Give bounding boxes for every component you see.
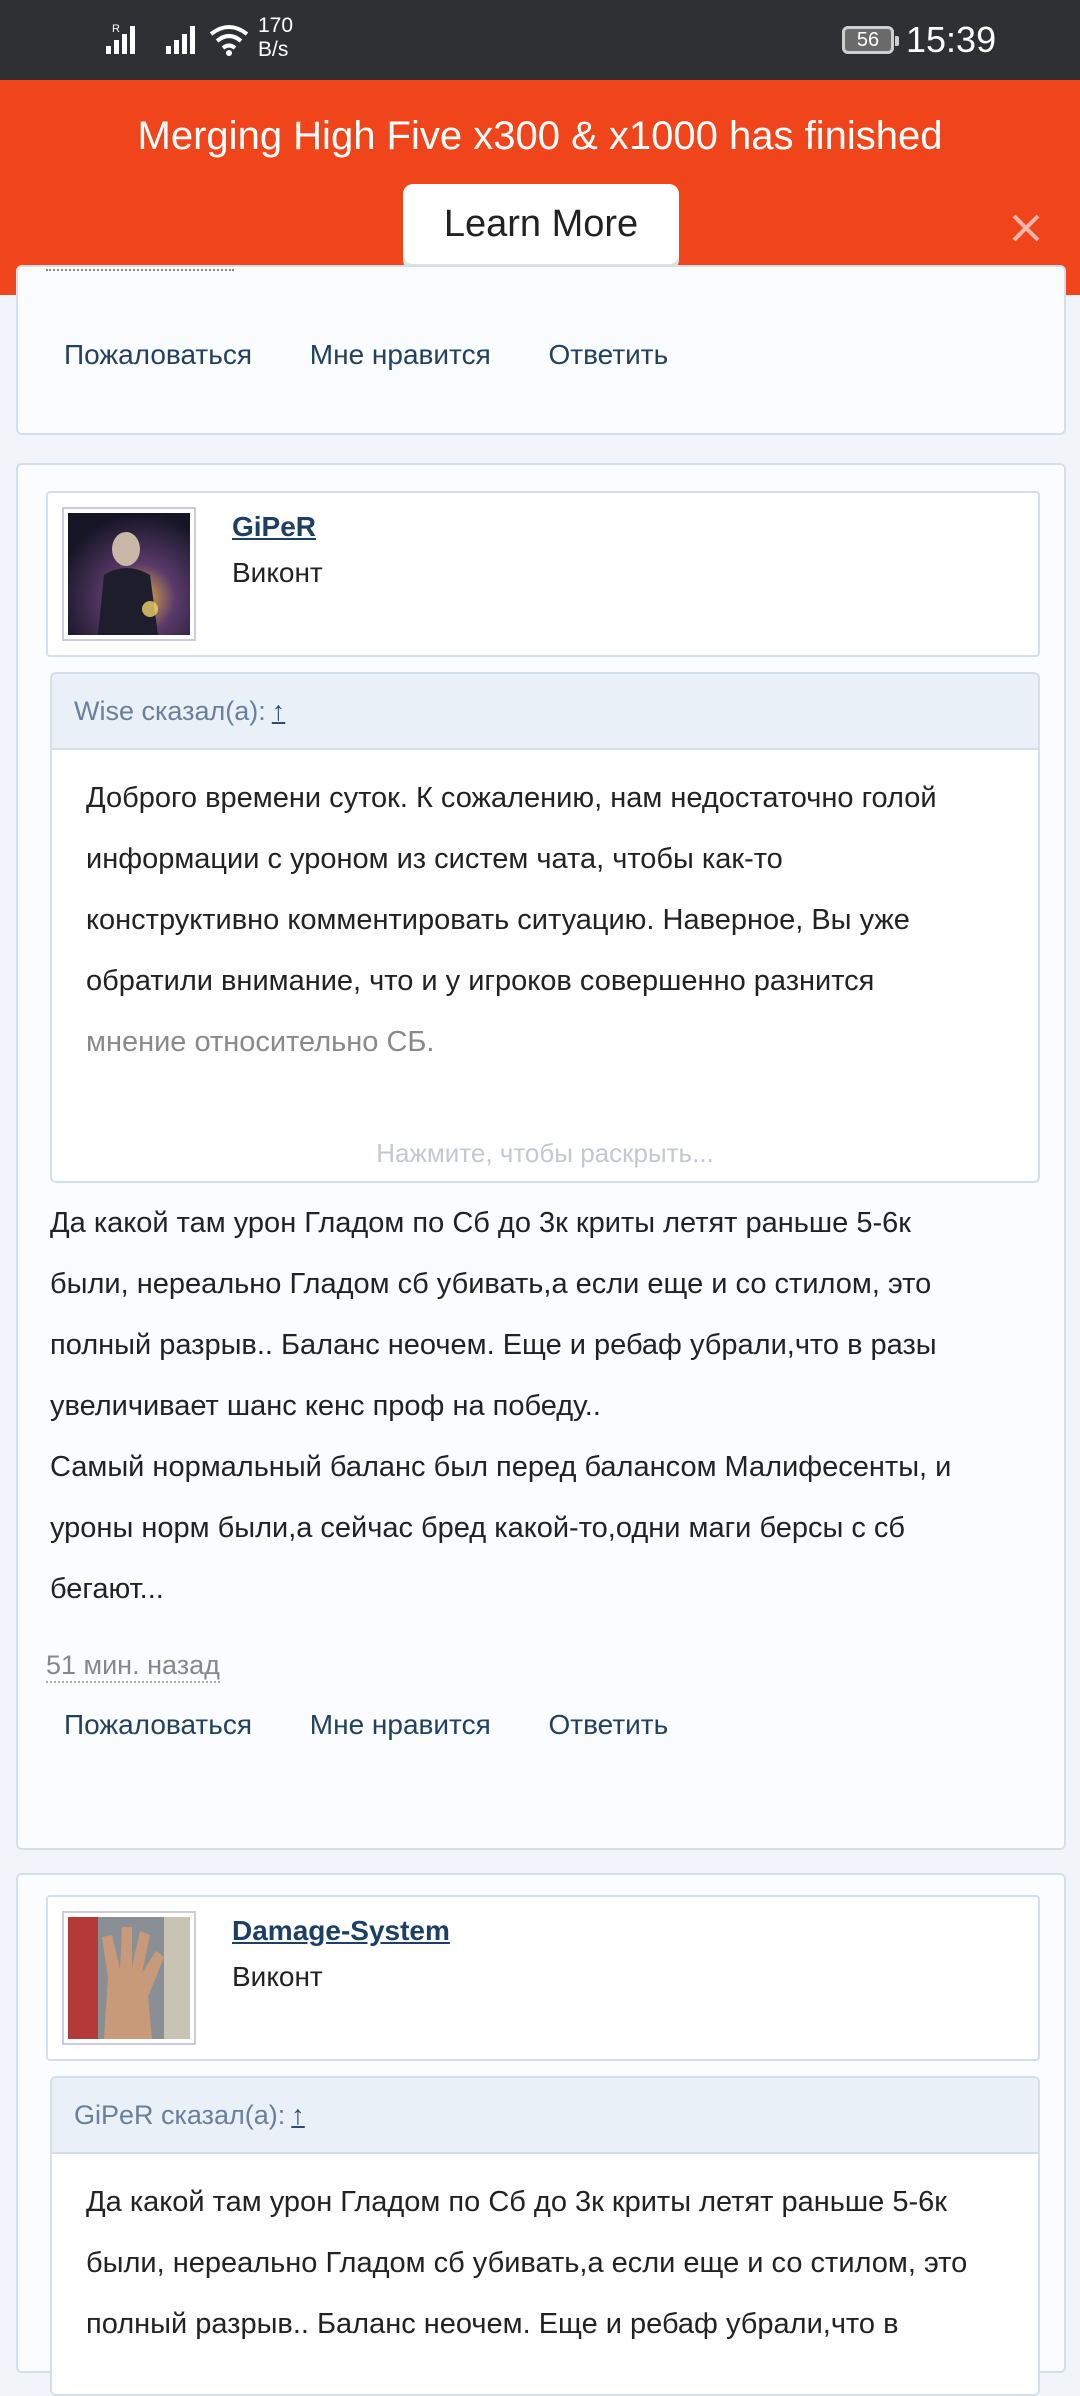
quote-header: Wise сказал(а): ↑ [52,674,1038,750]
status-bar: R 170 B/s 56 15:39 [0,0,1080,80]
network-speed: 170 B/s [258,14,294,61]
user-info: GiPeR Виконт [46,491,1040,657]
user-rank: Виконт [232,1961,323,1992]
quote-author: GiPeR сказал(а): [74,2100,286,2130]
post-actions: Пожаловаться Мне нравится Ответить [64,339,718,371]
battery-icon: 56 [842,26,899,54]
post-actions: Пожаловаться Мне нравится Ответить [64,1709,718,1741]
post-timestamp[interactable]: 51 мин. назад [46,1649,220,1683]
banner-message: Merging High Five x300 & x1000 has finis… [137,114,943,158]
user-rank: Виконт [232,557,323,588]
reply-link[interactable]: Ответить [549,1709,669,1741]
svg-text:R: R [112,23,120,35]
report-link[interactable]: Пожаловаться [64,1709,252,1741]
post-message: Да какой там урон Гладом по Сб до 3к кри… [50,1207,952,1605]
clock: 15:39 [906,19,997,60]
quote-jump-link[interactable]: ↑ [272,696,286,726]
quote-jump-link[interactable]: ↑ [291,2100,305,2130]
notification-banner: Merging High Five x300 & x1000 has finis… [0,80,1080,295]
user-info: Damage-System Виконт [46,1895,1040,2061]
learn-more-button[interactable]: Learn More [403,184,679,264]
post-card: GiPeR Виконт Wise сказал(а): ↑ Доброго вр… [16,463,1066,1850]
avatar-image [68,513,190,635]
like-link[interactable]: Мне нравится [310,1709,491,1741]
wifi-icon [209,25,249,56]
quote-header: GiPeR сказал(а): ↑ [52,2078,1038,2154]
like-link[interactable]: Мне нравится [310,339,491,371]
close-icon[interactable] [1008,210,1044,246]
signal-icon-2 [166,26,195,54]
post-card: Damage-System Виконт GiPeR сказал(а): ↑ Д… [16,1873,1066,2396]
expand-quote-link[interactable]: Нажмите, чтобы раскрыть... [52,1138,1038,1169]
quote-block: Wise сказал(а): ↑ Доброго времени суток. … [50,672,1040,1183]
timestamp-cut [46,269,234,271]
signal-icon: R [106,23,135,54]
username[interactable]: GiPeR [232,511,316,543]
report-link[interactable]: Пожаловаться [64,339,252,371]
quote-block: GiPeR сказал(а): ↑ Да какой там урон Глад… [50,2076,1040,2396]
username[interactable]: Damage-System [232,1915,450,1947]
reply-link[interactable]: Ответить [549,339,669,371]
avatar[interactable] [62,507,196,641]
avatar[interactable] [62,1911,196,2045]
quote-text: Да какой там урон Гладом по Сб до 3к кри… [86,2186,968,2340]
avatar-image [68,1917,190,2039]
quote-author: Wise сказал(а): [74,696,266,726]
quote-text: Доброго времени суток. К сожалению, нам … [86,782,937,1058]
post-card-previous: Пожаловаться Мне нравится Ответить [16,265,1066,435]
